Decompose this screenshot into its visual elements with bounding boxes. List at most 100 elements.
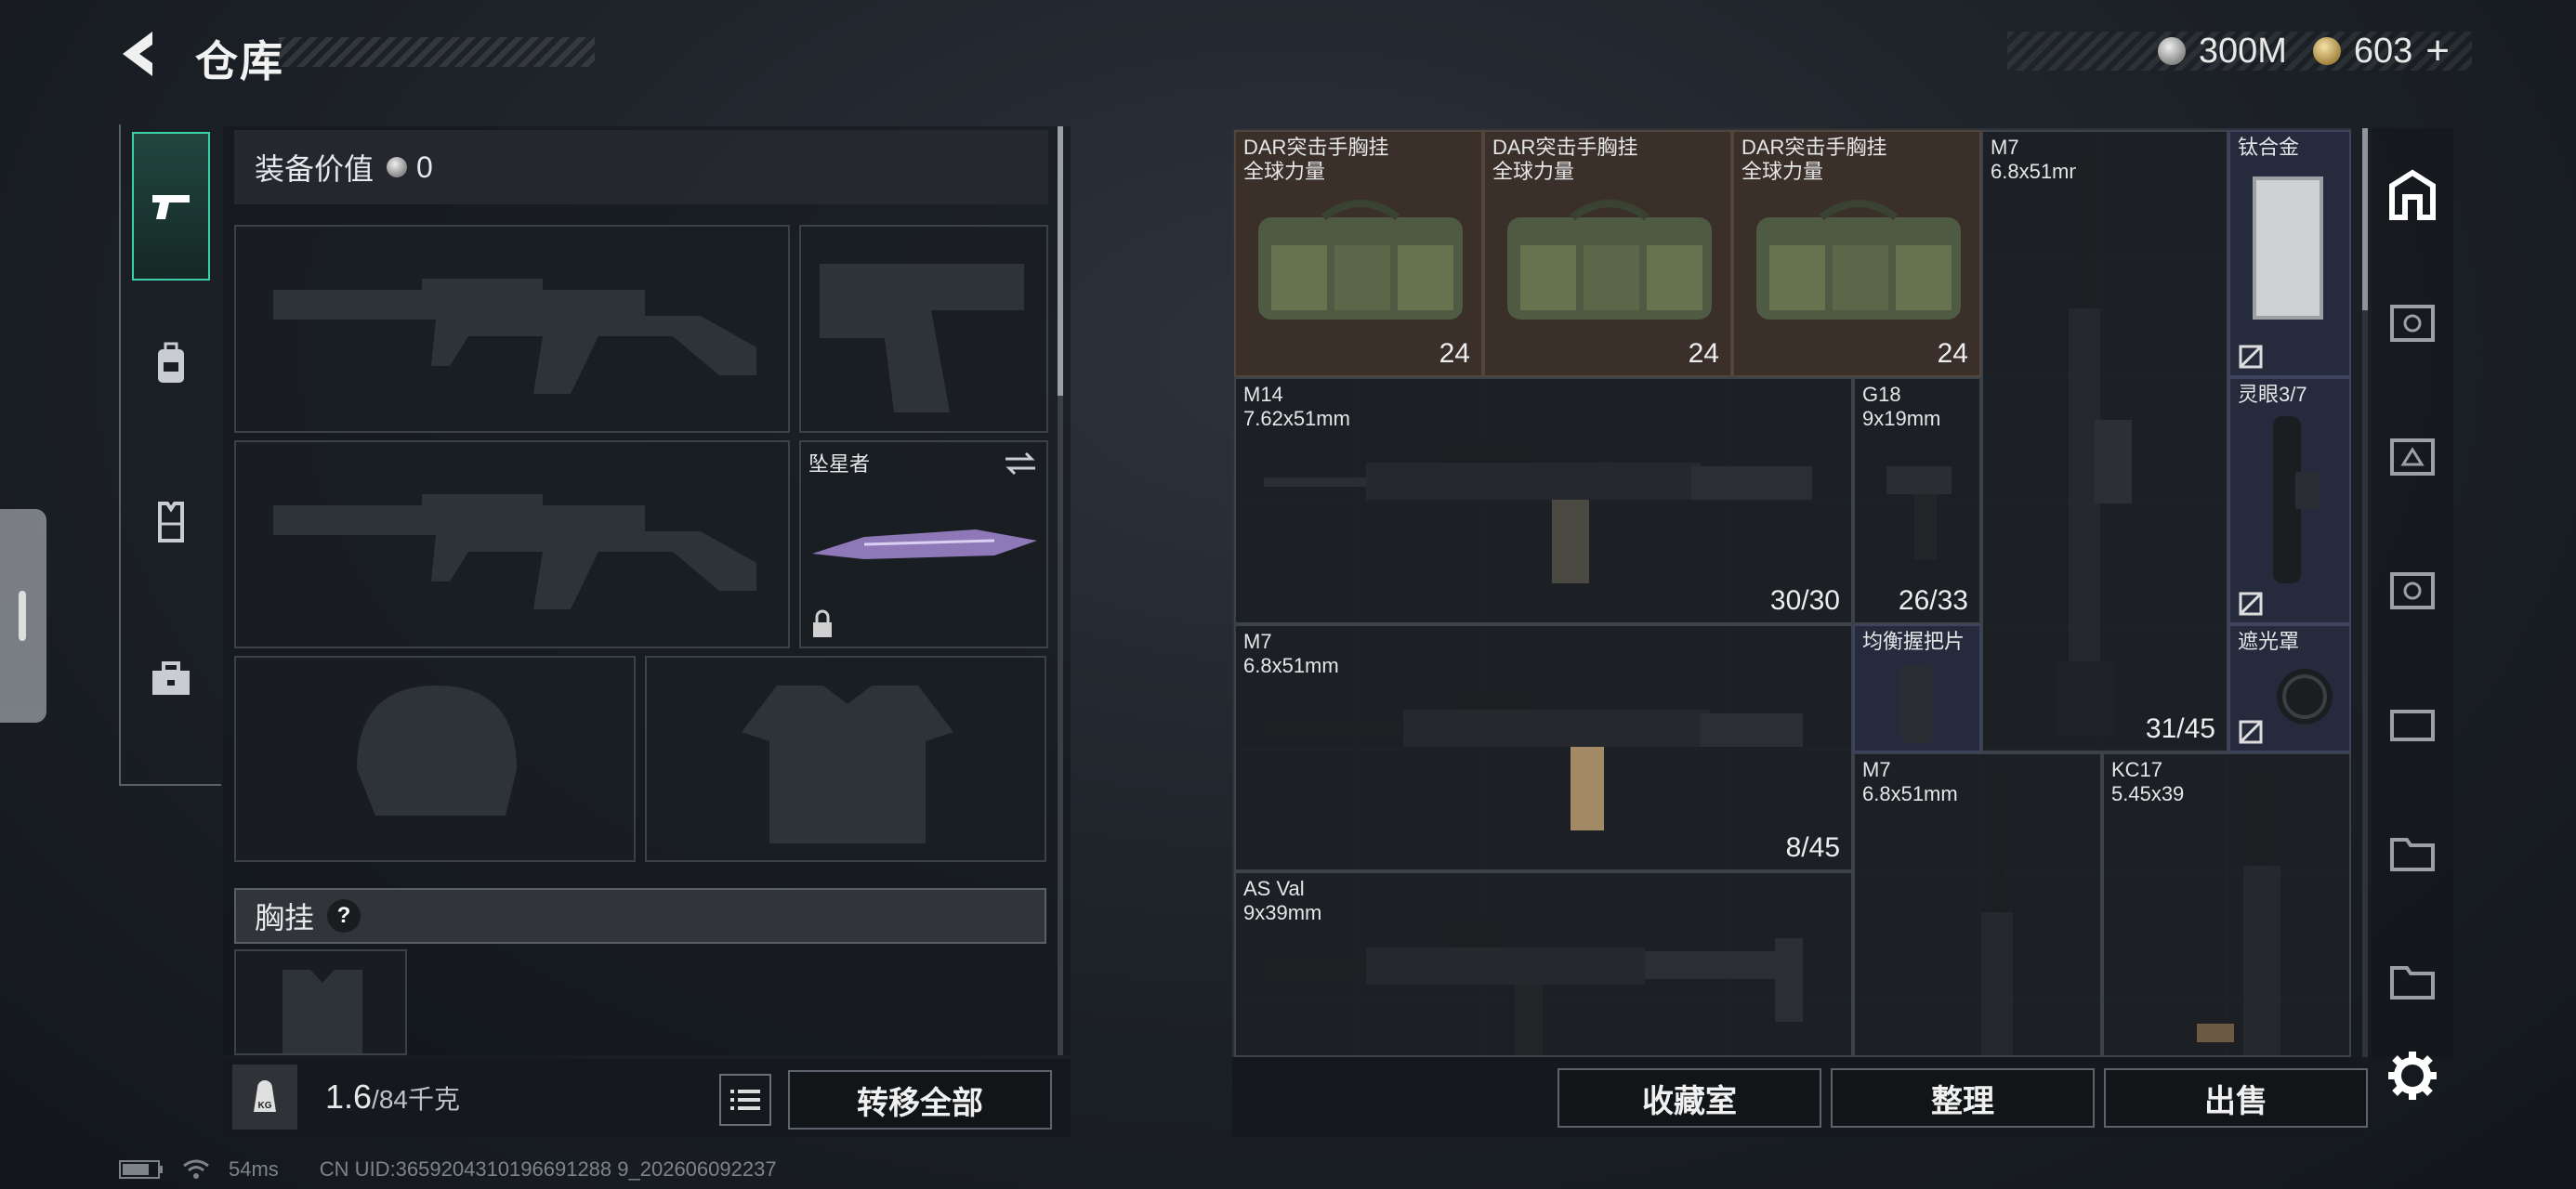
pistol-silhouette-icon [820, 264, 1024, 412]
help-icon[interactable]: ? [327, 899, 361, 933]
rifle-silhouette-icon [273, 494, 756, 609]
battery-icon [119, 1160, 163, 1179]
equipment-scrollbar[interactable] [1058, 126, 1063, 1055]
swap-icon[interactable] [1004, 450, 1037, 477]
player-uid: CN UID:3659204310196691288 9_20260609223… [319, 1157, 777, 1181]
storage-scrollbar[interactable] [2362, 128, 2368, 1057]
helmet-slot[interactable] [234, 656, 636, 862]
sell-button[interactable]: 出售 [2104, 1068, 2368, 1128]
title-decoration [279, 37, 595, 67]
chest-rig-bag-icon [1258, 200, 1463, 320]
storage-item-grip[interactable]: 均衡握把片 [1853, 624, 1981, 752]
item-name: 钛合金 [2238, 136, 2300, 159]
tab-storage-4[interactable] [2386, 431, 2438, 483]
back-button[interactable] [115, 26, 167, 82]
chest-rig-header: 胸挂 ? [234, 888, 1046, 944]
storage-item-rifle[interactable]: M7 6.8x51mm 8/45 [1234, 624, 1853, 871]
status-bar: 54ms CN UID:3659204310196691288 9_202606… [119, 1157, 777, 1182]
storage-item-rifle-vertical[interactable]: KC17 5.45x39 [2102, 752, 2351, 1057]
rifle-icon [2197, 773, 2280, 1055]
melee-name: 坠星者 [808, 452, 871, 476]
helmet-silhouette-icon [357, 686, 517, 816]
melee-slot[interactable]: 坠星者 [799, 440, 1048, 648]
toolbox-icon [152, 661, 190, 695]
silver-currency-value: 300M [2198, 31, 2287, 71]
rifle-icon [1264, 920, 1803, 1055]
metal-plate-icon [2253, 176, 2323, 320]
transfer-all-button[interactable]: 转移全部 [788, 1070, 1052, 1130]
item-name: M14 7.62x51mm [1243, 383, 1350, 430]
item-name: DAR突击手胸挂 全球力量 [1741, 136, 1887, 183]
storage-item-chest-rig[interactable]: DAR突击手胸挂 全球力量 24 [1732, 130, 1981, 377]
gear-icon [2388, 1052, 2437, 1100]
storage-item-chest-rig[interactable]: DAR突击手胸挂 全球力量 24 [1234, 130, 1483, 377]
tab-storage-all[interactable] [2386, 169, 2438, 221]
tab-toolbox[interactable] [132, 606, 210, 754]
tab-storage-4d[interactable] [2386, 955, 2438, 1007]
item-count: 30/30 [1769, 585, 1840, 616]
kettlebell-icon: KG [254, 1080, 276, 1112]
chest-rig-slot[interactable] [234, 949, 407, 1055]
item-name: M7 6.8x51mm [1243, 630, 1339, 677]
ping-value: 54ms [229, 1157, 279, 1181]
tab-storage-5b[interactable] [2386, 565, 2438, 617]
storage-box-icon [2390, 438, 2435, 476]
tab-storage-4b[interactable] [2386, 697, 2438, 749]
grip-panel-icon [1901, 665, 1933, 743]
settings-button[interactable] [2385, 1048, 2440, 1104]
not-sellable-icon [2239, 720, 2263, 744]
storage-item-pistol[interactable]: G18 9x19mm 26/33 [1853, 377, 1981, 624]
secondary-weapon-slot[interactable] [234, 440, 790, 648]
item-name: DAR突击手胸挂 全球力量 [1243, 136, 1389, 183]
storage-box-icon [2390, 305, 2435, 342]
storage-box-icon [2390, 710, 2435, 741]
currency-bar: 300M 603 + [2007, 28, 2472, 73]
chest-rig-silhouette-icon [283, 970, 362, 1053]
storage-item-rifle[interactable]: AS Val 9x39mm [1234, 871, 1853, 1057]
tab-weapons[interactable] [132, 132, 210, 281]
storage-item-lens-hood[interactable]: 遮光罩 [2228, 624, 2351, 752]
rifle-silhouette-icon [273, 279, 756, 394]
weight-icon: KG [232, 1065, 297, 1130]
storage-item-rifle-vertical[interactable]: M7 6.8x51mm 31/45 [1981, 130, 2228, 752]
item-name: G18 9x19mm [1862, 383, 1941, 430]
item-name: 遮光罩 [2238, 630, 2300, 653]
weight-current: 1.6 [325, 1078, 373, 1116]
storage-box-icon [2390, 572, 2435, 609]
tab-storage-4c[interactable] [2386, 827, 2438, 879]
primary-weapon-slot[interactable] [234, 225, 790, 433]
rifle-icon [1264, 693, 1803, 830]
storage-item-titanium[interactable]: 钛合金 [2228, 130, 2351, 377]
vest-icon [158, 502, 184, 542]
tab-vest[interactable] [132, 448, 210, 596]
backpack-icon [158, 342, 184, 383]
storage-item-rifle[interactable]: M14 7.62x51mm 30/30 [1234, 377, 1853, 624]
pistol-icon [1886, 466, 1952, 559]
add-currency-button[interactable]: + [2425, 28, 2450, 74]
tab-backpack[interactable] [132, 290, 210, 438]
gold-coin-icon [2312, 37, 2341, 65]
storage-item-scope[interactable]: 灵眼3/7 [2228, 377, 2351, 624]
pistol-slot[interactable] [799, 225, 1048, 433]
weight-capacity: /84千克 [372, 1085, 460, 1114]
lens-hood-icon [2277, 669, 2333, 725]
item-name: DAR突击手胸挂 全球力量 [1492, 136, 1638, 183]
storage-house-icon [2389, 169, 2436, 220]
sort-button[interactable]: 整理 [1831, 1068, 2095, 1128]
chest-rig-label: 胸挂 [255, 901, 315, 934]
kg-label: KG [258, 1101, 272, 1111]
list-icon [730, 1090, 760, 1110]
storage-item-chest-rig[interactable]: DAR突击手胸挂 全球力量 24 [1483, 130, 1732, 377]
rifle-icon [1264, 444, 1812, 583]
list-view-button[interactable] [719, 1074, 771, 1126]
equipment-tabs [119, 124, 221, 786]
silver-coin-icon [387, 157, 408, 177]
item-count: 26/33 [1898, 585, 1968, 616]
side-drawer-handle[interactable] [0, 509, 46, 723]
chest-rig-bag-icon [1507, 200, 1712, 320]
item-count: 31/45 [2145, 713, 2215, 744]
collection-room-button[interactable]: 收藏室 [1557, 1068, 1821, 1128]
storage-item-rifle-vertical[interactable]: M7 6.8x51mm [1853, 752, 2102, 1057]
tab-storage-5[interactable] [2386, 297, 2438, 349]
armor-slot[interactable] [645, 656, 1046, 862]
